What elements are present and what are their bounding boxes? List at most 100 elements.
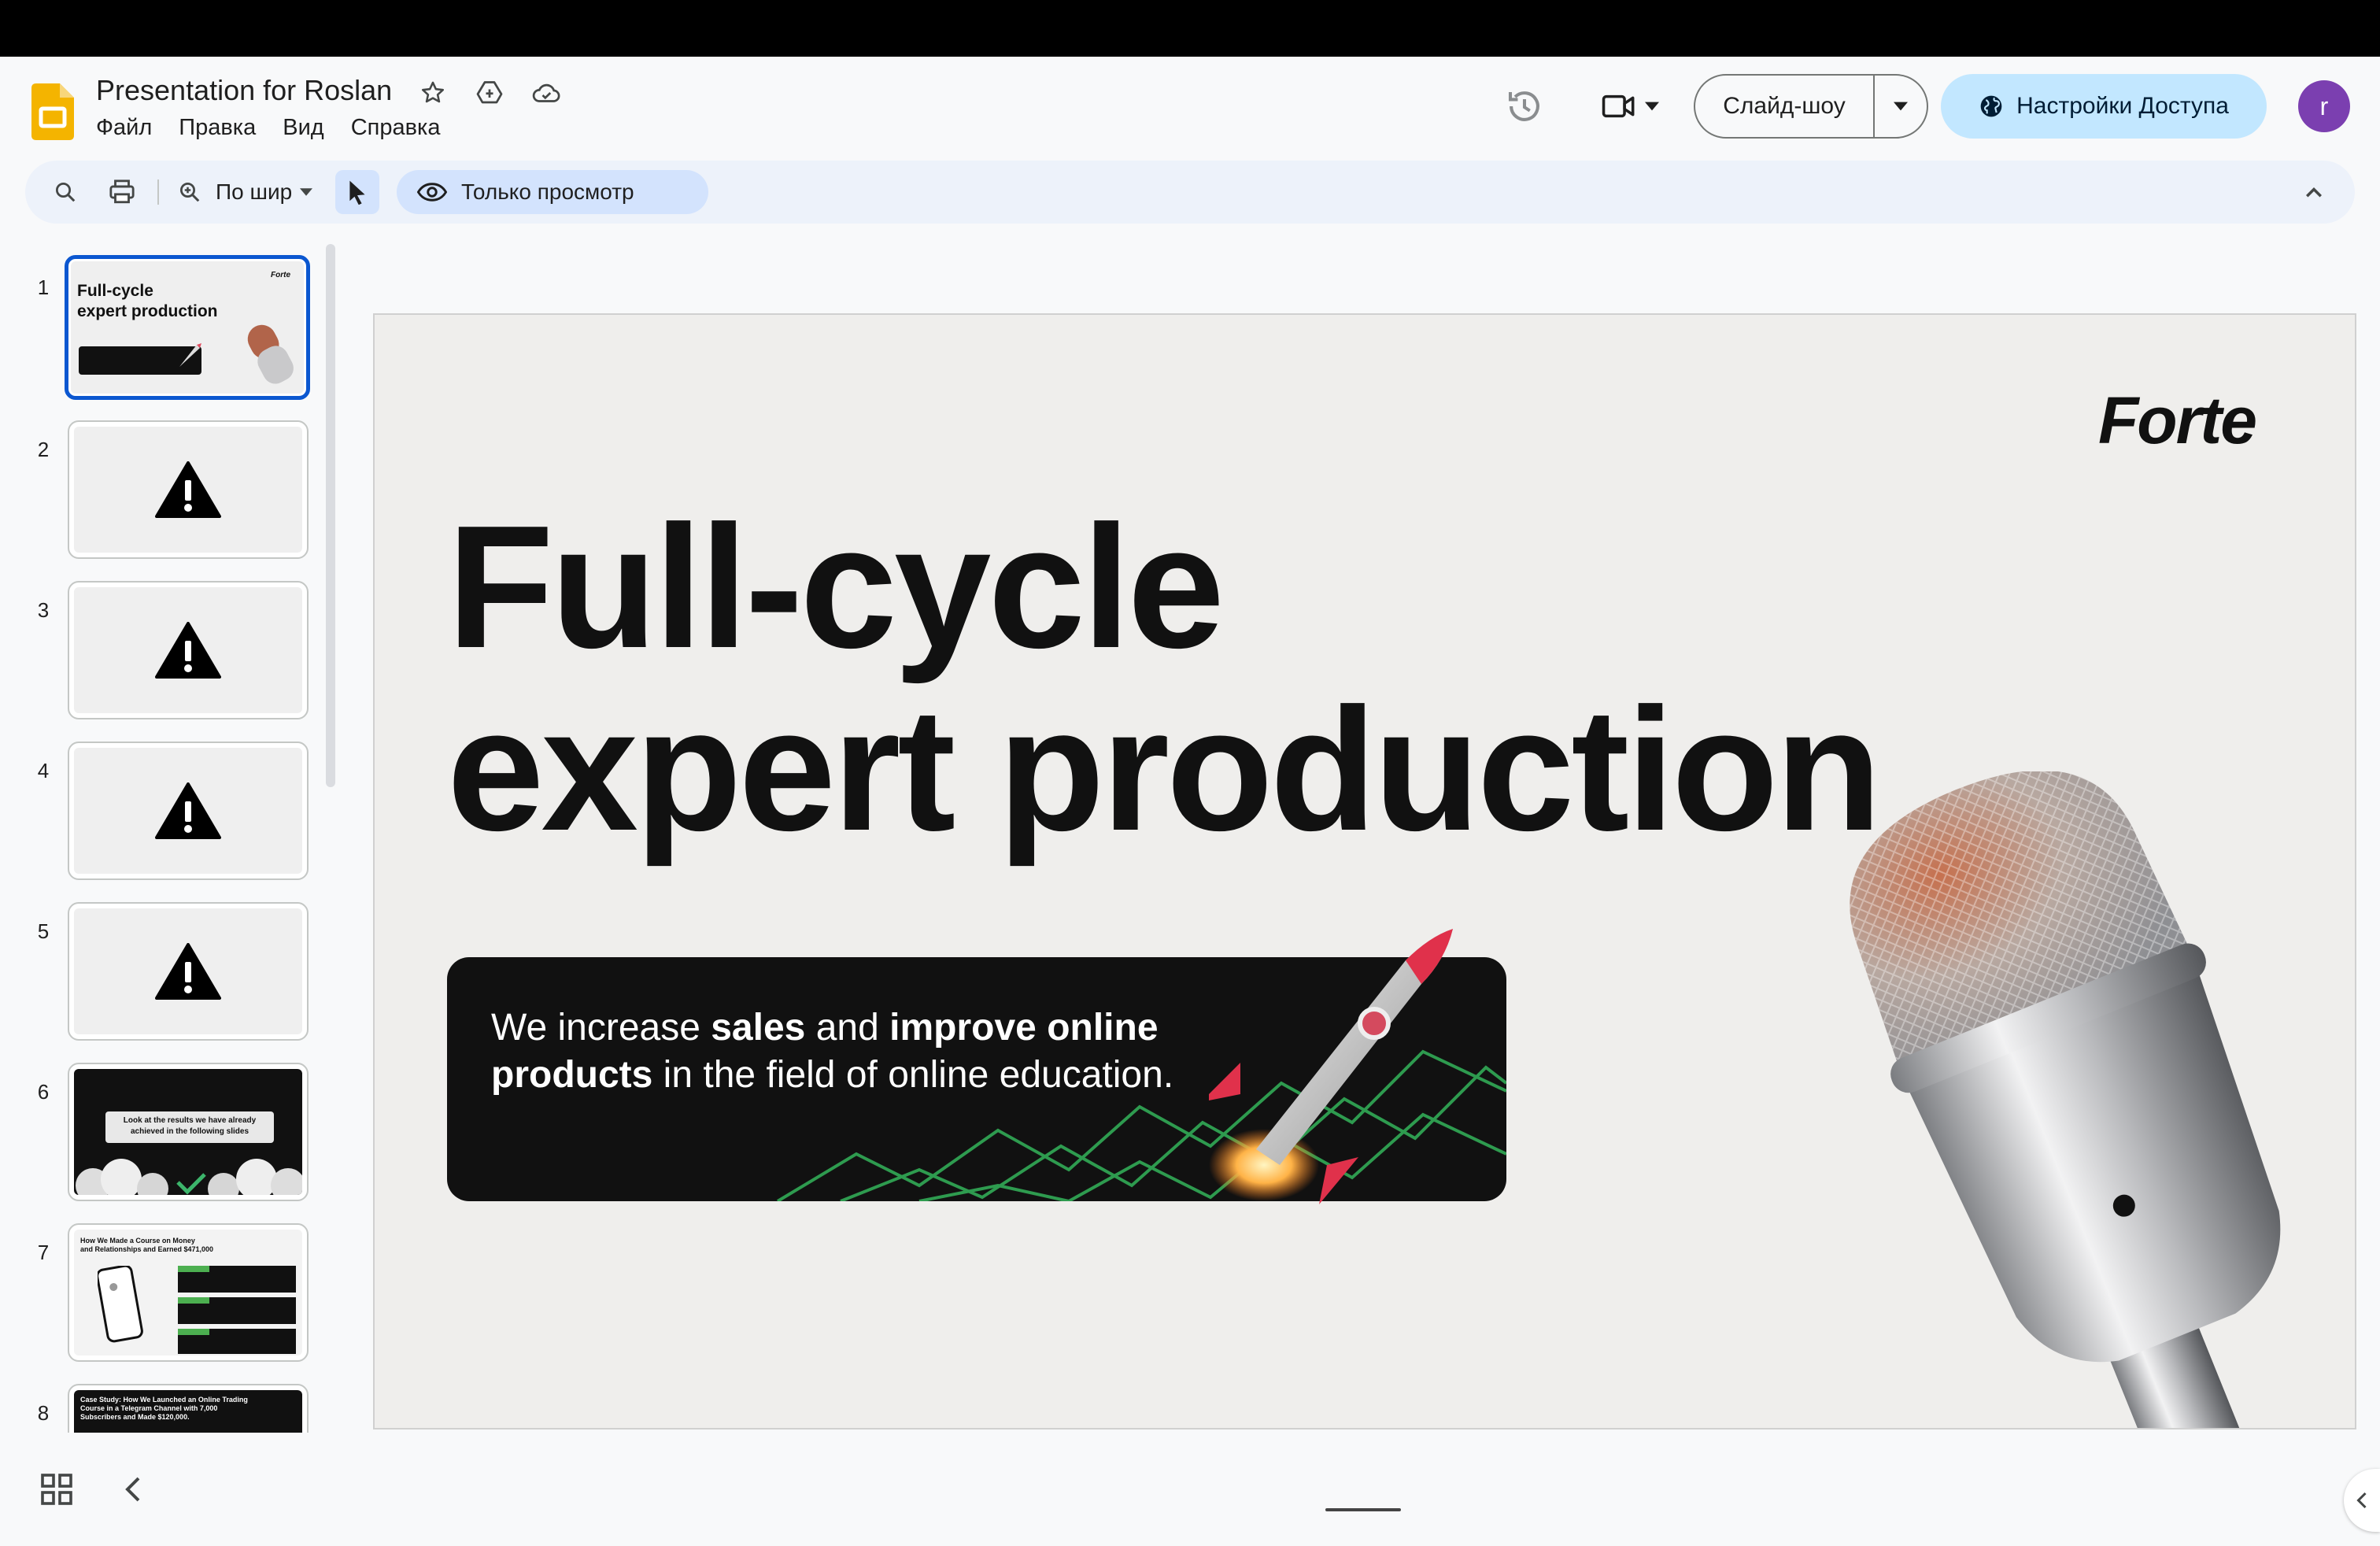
- slide-title-line1: Full-cycle: [447, 490, 1225, 685]
- thumb7-title-line2: and Relationships and Earned $471,000: [80, 1245, 214, 1253]
- chevron-up-icon: [2306, 187, 2322, 198]
- slide-thumbnail[interactable]: How We Made a Course on Money and Relati…: [68, 1223, 309, 1362]
- select-tool-button[interactable]: [335, 170, 379, 214]
- thumb8-title-line3: Subscribers and Made $120,000.: [80, 1413, 190, 1421]
- filmstrip-slide-2[interactable]: 2: [0, 420, 323, 570]
- globe-icon: [1980, 95, 2002, 117]
- version-history-icon[interactable]: [1503, 85, 1546, 128]
- slide-number: 5: [37, 919, 50, 943]
- slide-thumbnail[interactable]: Look at the results we have already achi…: [68, 1063, 309, 1201]
- title-actions: [416, 76, 564, 110]
- cloud-saved-icon[interactable]: [529, 76, 564, 110]
- thumbnail-content: [74, 427, 302, 553]
- filmstrip-scrollbar[interactable]: [326, 244, 335, 787]
- menu-bar: Файл Правка Вид Справка: [96, 115, 441, 141]
- thumbnail-content: [74, 748, 302, 874]
- filmstrip-slide-6[interactable]: 6 Look at the results we have already ac…: [0, 1063, 323, 1212]
- thumbnail-content: [74, 587, 302, 713]
- google-slides-logo[interactable]: [31, 83, 74, 140]
- zoom-button[interactable]: [167, 161, 213, 224]
- clouds-illustration: [76, 1159, 302, 1195]
- chevron-down-icon: [300, 188, 313, 196]
- document-title[interactable]: Presentation for Roslan: [96, 74, 392, 107]
- thumbnail-content: Case Study: How We Launched an Online Tr…: [74, 1390, 302, 1433]
- thumb-brand: Forte: [271, 271, 290, 279]
- search-button[interactable]: [42, 161, 88, 224]
- thumb7-title-line1: How We Made a Course on Money: [80, 1237, 195, 1245]
- slide-number: 8: [37, 1401, 50, 1425]
- slide-number: 6: [37, 1080, 50, 1104]
- slide-thumbnail[interactable]: Full-cycle expert production Forte: [65, 255, 310, 400]
- warning-icon: [155, 461, 221, 518]
- chevron-down-icon: [1645, 102, 1659, 111]
- slideshow-button[interactable]: Слайд-шоу: [1695, 76, 1875, 137]
- banner-text-part: in the field of online education.: [652, 1054, 1174, 1096]
- zoom-value: По шир: [216, 179, 293, 204]
- slide-thumbnail[interactable]: Case Study: How We Launched an Online Tr…: [68, 1384, 309, 1433]
- eye-icon: [417, 183, 447, 202]
- slide-filmstrip[interactable]: 1 Full-cycle expert production Forte 2 3: [0, 244, 338, 1433]
- collapse-filmstrip-icon[interactable]: [118, 1474, 150, 1505]
- microphone-illustration: [247, 324, 294, 384]
- thumb6-text-line2: achieved in the following slides: [130, 1127, 249, 1136]
- slide-thumbnail[interactable]: [68, 581, 309, 719]
- banner-text-part: and: [805, 1007, 890, 1049]
- thumb6-text-line1: Look at the results we have already: [123, 1116, 257, 1125]
- print-icon: [109, 179, 135, 204]
- account-avatar[interactable]: r: [2298, 80, 2350, 132]
- rocket-illustration: [179, 343, 201, 367]
- meet-button[interactable]: [1595, 85, 1665, 128]
- thumb-block: [178, 1329, 296, 1354]
- slide-title-line2: expert production: [447, 672, 1882, 867]
- slide-title: Full-cycle expert production: [447, 490, 1882, 867]
- menu-view[interactable]: Вид: [283, 115, 323, 141]
- warning-icon: [155, 622, 221, 679]
- thumbnail-content: Look at the results we have already achi…: [74, 1069, 302, 1195]
- cursor-arrow-icon: [349, 180, 365, 205]
- filmstrip-slide-1[interactable]: 1 Full-cycle expert production Forte: [0, 255, 323, 408]
- window-top-bar: [0, 0, 2380, 57]
- slide-thumbnail[interactable]: [68, 420, 309, 559]
- chevron-down-icon: [1894, 102, 1908, 111]
- filmstrip-slide-4[interactable]: 4: [0, 742, 323, 891]
- thumb-block: [178, 1297, 296, 1324]
- slide-thumbnail[interactable]: [68, 902, 309, 1041]
- side-panel-toggle[interactable]: [2344, 1469, 2380, 1532]
- filmstrip-slide-7[interactable]: 7 How We Made a Course on Money and Rela…: [0, 1223, 323, 1373]
- view-only-label: Только просмотр: [461, 179, 634, 204]
- microphone-illustration: [1850, 771, 2281, 1428]
- menu-edit[interactable]: Правка: [179, 115, 256, 141]
- move-to-drive-icon[interactable]: [472, 76, 507, 110]
- share-button[interactable]: Настройки Доступа: [1941, 74, 2267, 139]
- speaker-notes-drag-handle[interactable]: [1325, 1508, 1401, 1511]
- zoom-in-icon: [180, 183, 200, 202]
- slide-number: 7: [37, 1241, 50, 1264]
- chevron-left-icon: [2356, 1492, 2367, 1509]
- slideshow-button-group: Слайд-шоу: [1694, 74, 1928, 139]
- banner-text: We increase sales and improve online pro…: [491, 1004, 1262, 1099]
- grid-view-icon[interactable]: [41, 1474, 72, 1505]
- slide-thumbnail[interactable]: [68, 742, 309, 880]
- filmstrip-slide-5[interactable]: 5: [0, 902, 323, 1052]
- view-only-chip[interactable]: Только просмотр: [397, 170, 708, 214]
- slide-number: 3: [37, 598, 50, 622]
- slide-canvas[interactable]: Forte Full-cycle expert production We in…: [373, 313, 2356, 1429]
- thumb-title-line2: expert production: [77, 302, 218, 320]
- star-icon[interactable]: [416, 76, 450, 110]
- slideshow-options-button[interactable]: [1875, 76, 1927, 137]
- phone-illustration: [98, 1266, 143, 1343]
- collapse-toolbar-button[interactable]: [2292, 170, 2336, 214]
- toolbar-separator: [157, 179, 159, 205]
- filmstrip-slide-8[interactable]: 8 Case Study: How We Launched an Online …: [0, 1384, 323, 1433]
- share-label: Настройки Доступа: [2016, 93, 2229, 119]
- menu-file[interactable]: Файл: [96, 115, 152, 141]
- print-button[interactable]: [99, 161, 145, 224]
- brand-logo: Forte: [2098, 383, 2257, 457]
- thumbnail-content: How We Made a Course on Money and Relati…: [74, 1230, 302, 1356]
- warning-icon: [155, 782, 221, 839]
- thumbnail-content: [74, 908, 302, 1034]
- menu-help[interactable]: Справка: [351, 115, 441, 141]
- filmstrip-slide-3[interactable]: 3: [0, 581, 323, 730]
- thumb8-title-line2: Course in a Telegram Channel with 7,000: [80, 1404, 218, 1412]
- zoom-select[interactable]: По шир: [216, 161, 313, 224]
